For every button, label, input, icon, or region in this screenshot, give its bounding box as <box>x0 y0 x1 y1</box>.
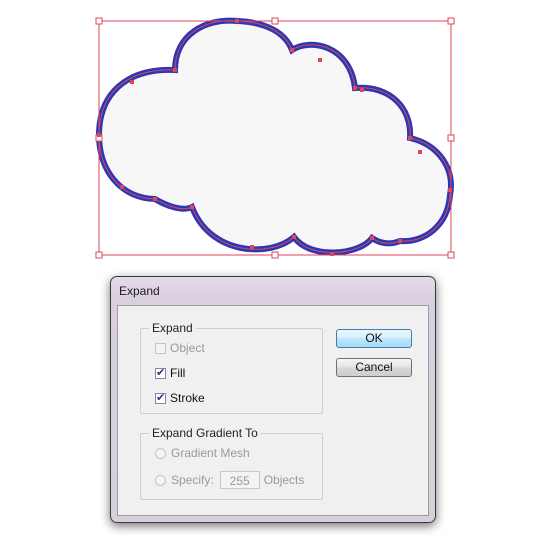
fill-checkbox[interactable]: ✔ <box>155 365 166 379</box>
handle-top-right[interactable] <box>447 17 455 25</box>
cloud-artwork[interactable] <box>0 0 550 265</box>
stroke-label[interactable]: Stroke <box>170 391 205 405</box>
gradient-mesh-label: Gradient Mesh <box>171 446 250 460</box>
anchor-point[interactable] <box>448 188 452 192</box>
fill-label[interactable]: Fill <box>170 366 185 380</box>
anchor-point[interactable] <box>418 150 422 154</box>
specify-label: Specify: <box>171 473 214 487</box>
object-checkbox[interactable] <box>155 342 166 354</box>
dialog-body: Expand Object ✔ Fill ✔ Stroke Expand Gra… <box>117 305 429 516</box>
dialog-title: Expand <box>119 284 160 298</box>
anchor-point[interactable] <box>330 252 334 256</box>
anchor-point[interactable] <box>235 19 239 23</box>
stroke-option: ✔ Stroke <box>155 391 205 405</box>
handle-middle-right[interactable] <box>447 134 455 142</box>
handle-bottom-middle[interactable] <box>271 251 279 259</box>
anchor-point[interactable] <box>190 205 194 209</box>
gradient-mesh-radio[interactable] <box>155 447 166 459</box>
anchor-point[interactable] <box>292 235 296 239</box>
artboard <box>0 0 550 265</box>
anchor-point[interactable] <box>173 68 177 72</box>
objects-unit-label: Objects <box>263 473 305 487</box>
anchor-point[interactable] <box>250 245 254 249</box>
expand-dialog: Expand Expand Object ✔ Fill ✔ Stroke Exp… <box>110 276 436 523</box>
anchor-point[interactable] <box>290 48 294 52</box>
anchor-point[interactable] <box>153 197 157 201</box>
specify-objects-input[interactable]: 255 <box>219 471 260 489</box>
handle-bottom-left[interactable] <box>95 251 103 259</box>
checkmark-icon: ✔ <box>156 365 166 379</box>
gradient-mesh-option: Gradient Mesh <box>155 446 250 460</box>
anchor-point[interactable] <box>353 86 357 90</box>
fill-option: ✔ Fill <box>155 366 185 380</box>
object-option: Object <box>155 341 205 355</box>
anchor-point[interactable] <box>120 185 124 189</box>
anchor-point[interactable] <box>408 136 412 140</box>
expand-group: Expand Object ✔ Fill ✔ Stroke <box>140 321 323 414</box>
ok-button[interactable]: OK <box>336 329 412 348</box>
handle-bottom-right[interactable] <box>447 251 455 259</box>
anchor-point[interactable] <box>370 236 374 240</box>
object-label: Object <box>170 341 205 355</box>
anchor-point[interactable] <box>318 58 322 62</box>
specify-option: Specify: 255 Objects <box>155 471 304 489</box>
specify-radio[interactable] <box>155 474 166 486</box>
expand-gradient-group: Expand Gradient To Gradient Mesh Specify… <box>140 426 323 500</box>
anchor-point[interactable] <box>398 239 402 243</box>
cloud-shape[interactable] <box>95 17 454 256</box>
expand-gradient-legend: Expand Gradient To <box>149 426 261 440</box>
handle-top-left[interactable] <box>95 17 103 25</box>
anchor-point[interactable] <box>97 133 101 137</box>
expand-group-legend: Expand <box>149 321 196 335</box>
checkmark-icon: ✔ <box>156 390 166 404</box>
anchor-point[interactable] <box>130 80 134 84</box>
cancel-button[interactable]: Cancel <box>336 358 412 377</box>
anchor-point[interactable] <box>360 88 364 92</box>
stroke-checkbox[interactable]: ✔ <box>155 390 166 404</box>
handle-top-middle[interactable] <box>271 17 279 25</box>
